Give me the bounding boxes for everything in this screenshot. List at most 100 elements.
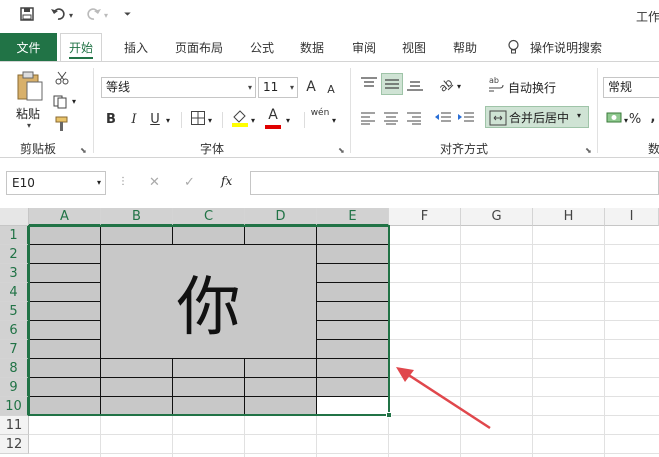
column-header-i[interactable]: I [605,208,659,226]
cell-a7[interactable] [29,340,101,359]
fill-color-icon[interactable] [231,108,249,132]
cell-c8[interactable] [173,359,245,378]
cell-e9[interactable] [317,378,389,397]
row-header-9[interactable]: 9 [0,378,29,397]
row-header-2[interactable]: 2 [0,245,29,264]
save-icon[interactable] [20,7,34,25]
cell-d8[interactable] [245,359,317,378]
undo-icon[interactable] [50,7,66,25]
percent-button[interactable]: % [628,110,642,128]
cancel-entry-icon[interactable]: ✕ [149,175,160,190]
cell-c1[interactable] [173,226,245,245]
cell-d10[interactable] [245,397,317,416]
cell-e3[interactable] [317,264,389,283]
column-header-c[interactable]: C [173,208,245,226]
merge-center-button[interactable]: 合并后居中 ▾ [485,106,589,128]
row-header-8[interactable]: 8 [0,359,29,378]
column-header-g[interactable]: G [461,208,533,226]
merge-dropdown-icon[interactable]: ▾ [577,111,581,120]
redo-dropdown-icon[interactable]: ▾ [104,11,108,20]
tab-insert[interactable]: 插入 [124,33,148,61]
cell-e6[interactable] [317,321,389,340]
bold-button[interactable]: B [104,110,118,128]
font-size-dropdown-icon[interactable]: ▾ [290,78,294,97]
cell-e4[interactable] [317,283,389,302]
column-header-h[interactable]: H [533,208,605,226]
font-name-combo[interactable]: 等线 ▾ [101,77,256,98]
row-header-4[interactable]: 4 [0,283,29,302]
wrap-text-icon[interactable]: ab [488,75,504,97]
name-box[interactable]: E10 ▾ [6,171,106,195]
copy-dropdown-icon[interactable]: ▾ [72,97,76,106]
phonetic-dropdown-icon[interactable]: ▾ [332,116,336,125]
select-all-corner[interactable] [0,208,29,226]
top-align-icon[interactable] [360,76,378,96]
cell-a1[interactable] [29,226,101,245]
cell-a5[interactable] [29,302,101,321]
cell-b8[interactable] [101,359,173,378]
cell-a6[interactable] [29,321,101,340]
row-header-6[interactable]: 6 [0,321,29,340]
cell-e5[interactable] [317,302,389,321]
row-header-3[interactable]: 3 [0,264,29,283]
row-header-10[interactable]: 10 [0,397,29,416]
column-header-e[interactable]: E [317,208,389,226]
orientation-icon[interactable]: ab [436,75,455,97]
align-left-icon[interactable] [360,110,376,129]
tab-data[interactable]: 数据 [300,33,324,61]
tab-page-layout[interactable]: 页面布局 [175,33,223,61]
tab-home[interactable]: 开始 [60,33,103,61]
borders-icon[interactable] [190,110,206,130]
column-header-d[interactable]: D [245,208,317,226]
column-header-b[interactable]: B [101,208,173,226]
cell-d9[interactable] [245,378,317,397]
cell-e7[interactable] [317,340,389,359]
grow-font-icon[interactable]: A [303,78,319,96]
middle-align-button[interactable] [381,73,403,95]
tab-formulas[interactable]: 公式 [250,33,274,61]
font-size-combo[interactable]: 11 ▾ [258,77,298,98]
redo-icon[interactable] [86,7,102,25]
bottom-align-icon[interactable] [406,76,424,96]
paste-clipboard-icon[interactable] [15,70,45,106]
cell-e8[interactable] [317,359,389,378]
comma-button[interactable]: , [648,108,658,126]
paste-dropdown-icon[interactable]: ▾ [27,121,31,130]
cell-a9[interactable] [29,378,101,397]
align-right-icon[interactable] [406,110,422,129]
row-header-12[interactable]: 12 [0,435,29,454]
decrease-indent-icon[interactable] [434,110,452,129]
cell-e1[interactable] [317,226,389,245]
cell-a4[interactable] [29,283,101,302]
alignment-launcher-icon[interactable]: ⬊ [585,146,592,155]
shrink-font-icon[interactable]: A [324,81,338,97]
tab-file[interactable]: 文件 [0,33,57,61]
paste-label[interactable]: 粘贴 [16,105,40,122]
wrap-text-label[interactable]: 自动换行 [508,79,556,96]
row-header-7[interactable]: 7 [0,340,29,359]
font-name-dropdown-icon[interactable]: ▾ [248,78,252,97]
underline-dropdown-icon[interactable]: ▾ [166,116,170,125]
cell-b1[interactable] [101,226,173,245]
cell-d1[interactable] [245,226,317,245]
cell-a3[interactable] [29,264,101,283]
column-header-a[interactable]: A [29,208,101,226]
borders-dropdown-icon[interactable]: ▾ [208,116,212,125]
cell-c9[interactable] [173,378,245,397]
format-painter-icon[interactable] [54,116,70,136]
undo-dropdown-icon[interactable]: ▾ [69,11,73,20]
underline-button[interactable]: U [148,110,162,128]
column-header-f[interactable]: F [389,208,461,226]
clipboard-launcher-icon[interactable]: ⬊ [80,146,87,155]
cell-e10[interactable] [317,397,389,416]
cell-b9[interactable] [101,378,173,397]
font-color-icon[interactable]: A [265,107,281,123]
row-header-5[interactable]: 5 [0,302,29,321]
font-launcher-icon[interactable]: ⬊ [338,146,345,155]
tab-view[interactable]: 视图 [402,33,426,61]
currency-format-icon[interactable] [606,110,624,130]
tell-me-search[interactable]: 操作说明搜索 [530,33,602,61]
phonetic-guide-icon[interactable]: wén [310,106,330,120]
increase-indent-icon[interactable] [457,110,475,129]
orientation-dropdown-icon[interactable]: ▾ [457,82,461,91]
